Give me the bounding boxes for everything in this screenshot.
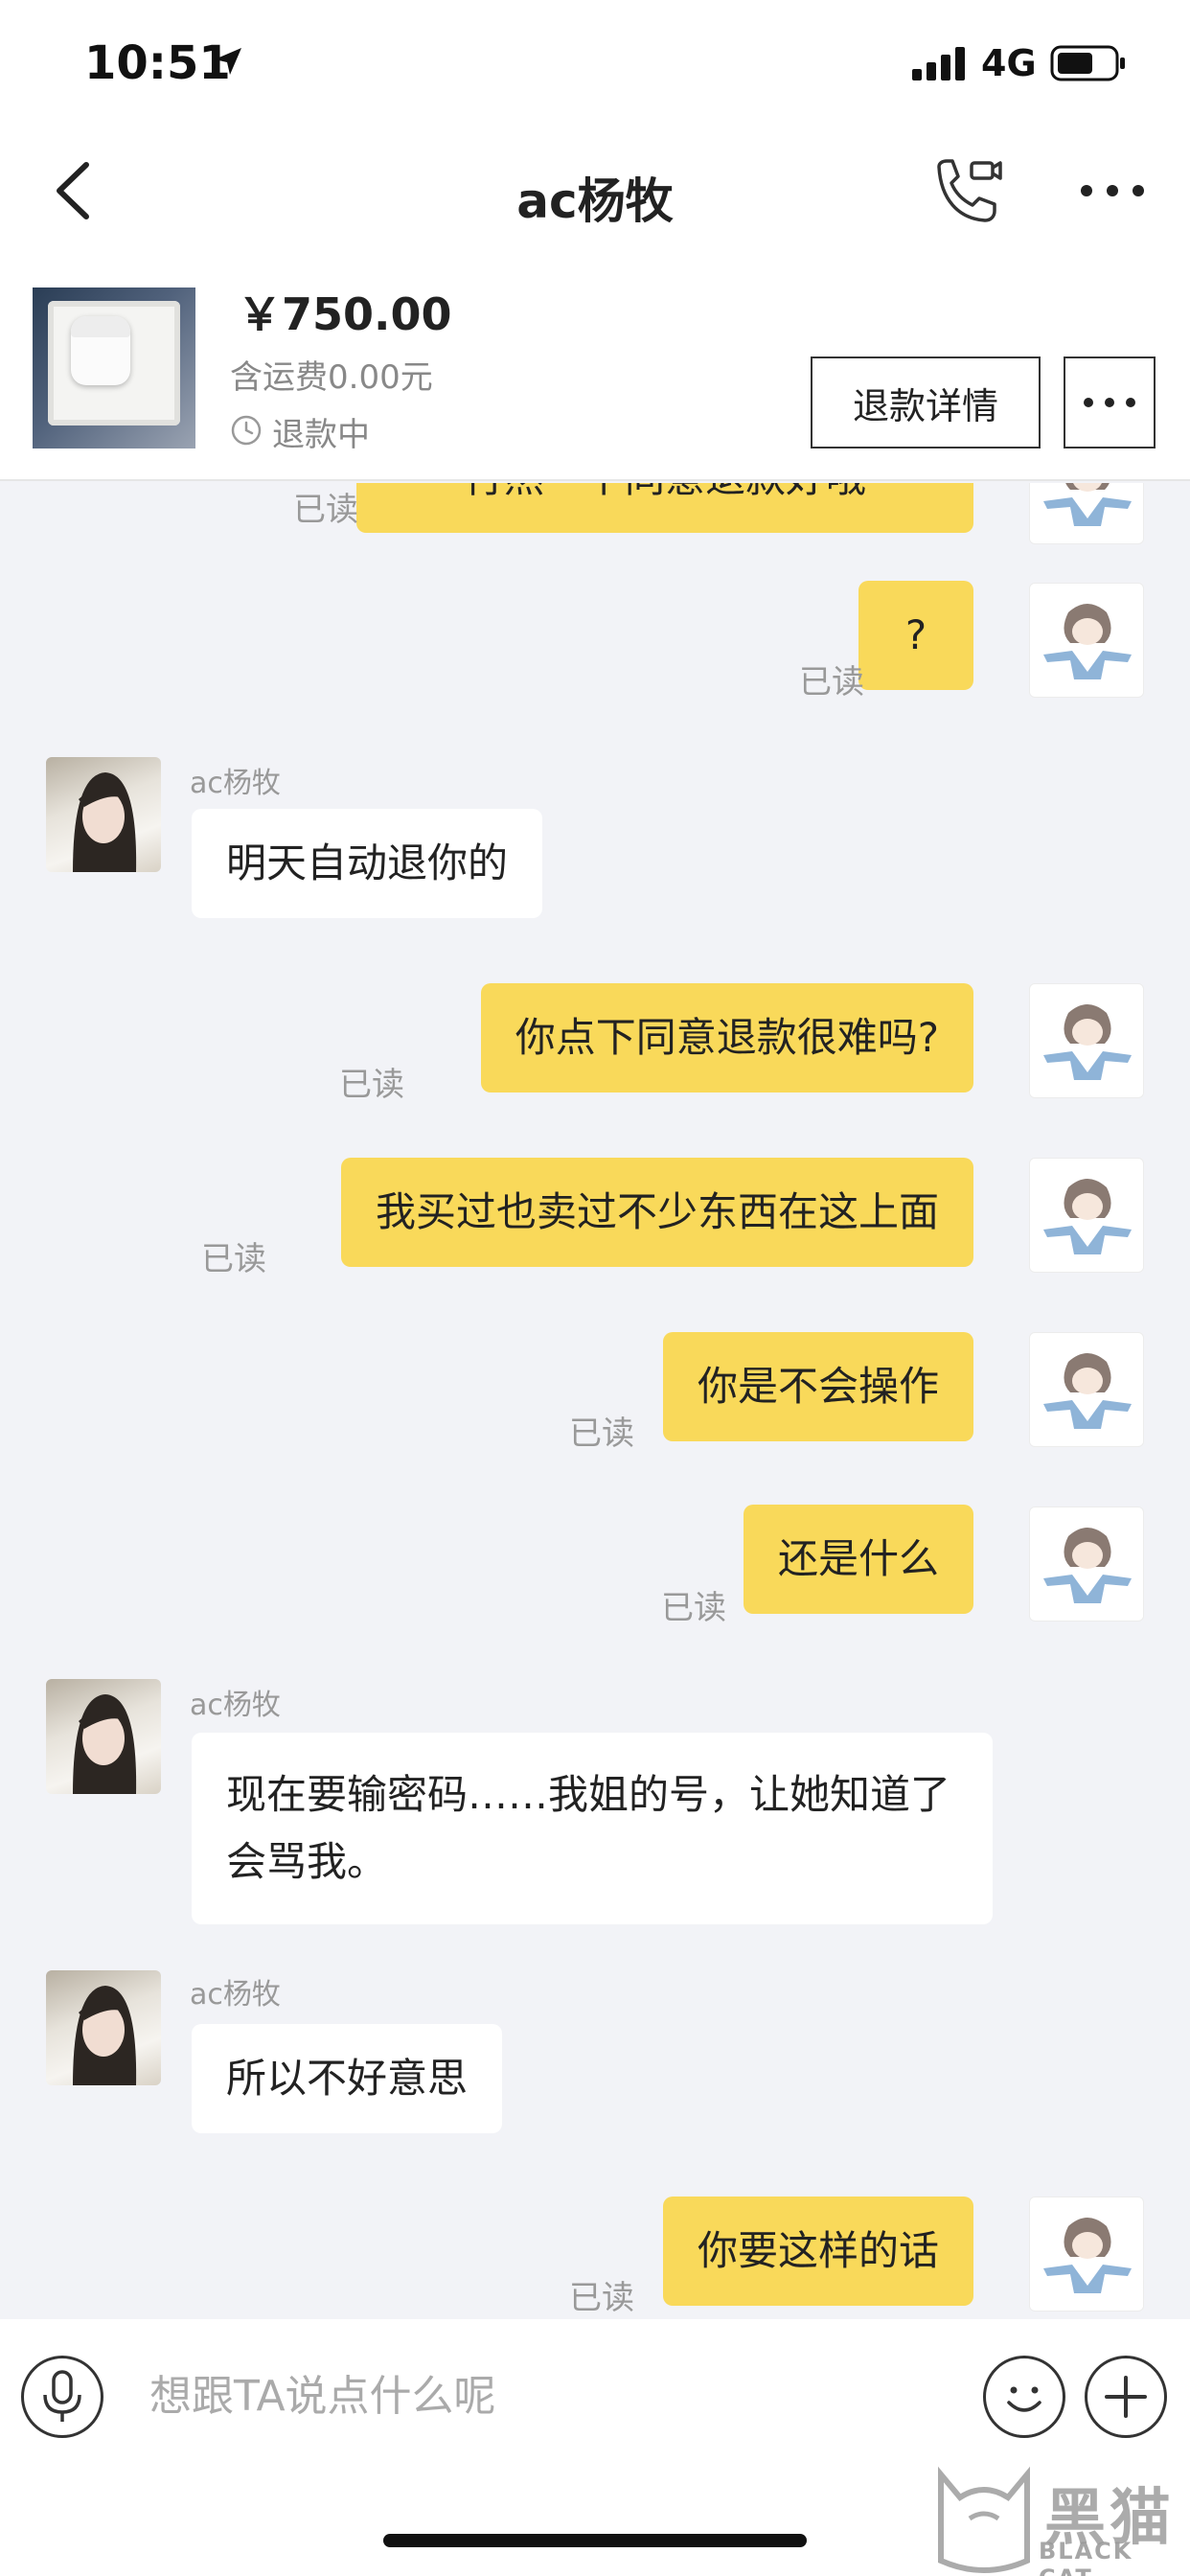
message-bubble-received[interactable]: 明天自动退你的 [192,809,543,918]
sender-name: ac杨牧 [190,1978,281,2012]
message-bubble-sent[interactable]: ? [858,581,973,690]
my-avatar[interactable] [1029,1158,1144,1273]
plus-icon [1105,2376,1147,2418]
anime-avatar-image [1043,483,1132,526]
order-more-button[interactable] [1064,356,1156,448]
message-bubble-sent[interactable]: 行然一下同意退款好哦 [356,483,973,533]
watermark-text-en: BLACK CAT [1039,2538,1133,2576]
network-type: 4G [981,42,1037,84]
refund-details-button[interactable]: 退款详情 [811,356,1041,448]
contact-avatar[interactable] [46,1970,161,2085]
location-arrow-icon [215,48,241,75]
more-options-icon [1084,398,1135,407]
clock-icon [231,415,262,446]
read-receipt: 已读 [569,2279,634,2317]
earbuds-case-lid [71,316,130,337]
voice-input-button[interactable] [21,2356,103,2438]
contact-photo-image [73,772,137,872]
order-info-bar: ￥750.00 含运费0.00元 退款中 退款详情 [0,259,1190,481]
blackcat-watermark: 黑猫 BLACK CAT [931,2465,1190,2576]
status-time: 10:51 [84,36,231,90]
home-indicator [383,2534,807,2547]
my-avatar[interactable] [1029,583,1144,698]
chat-message-list[interactable]: 行然一下同意退款好哦 已读 ? 已读 ac杨牧 明天自动退你的 你点下同意退款很… [0,483,1190,2319]
more-options-icon[interactable] [1079,176,1146,205]
cellular-signal-icon [912,47,965,80]
message-bubble-received[interactable]: 现在要输密码……我姐的号，让她知道了会骂我。 [192,1733,993,1924]
anime-avatar-image [1043,1004,1132,1080]
read-receipt: 已读 [293,491,358,529]
read-receipt: 已读 [569,1414,634,1453]
message-bubble-sent[interactable]: 我买过也卖过不少东西在这上面 [340,1158,973,1267]
anime-avatar-image [1043,2218,1132,2293]
message-bubble-sent[interactable]: 你要这样的话 [662,2196,973,2306]
message-input-bar: 黑猫 BLACK CAT [0,2319,1190,2576]
my-avatar[interactable] [1029,1506,1144,1622]
microphone-icon [43,2370,81,2422]
read-receipt: 已读 [339,1066,404,1104]
chat-title: ac杨牧 [516,173,674,229]
video-call-icon[interactable] [929,153,1006,230]
product-thumbnail[interactable] [33,288,195,448]
my-avatar[interactable] [1029,483,1144,544]
more-actions-button[interactable] [1085,2356,1167,2438]
anime-avatar-image [1043,1353,1132,1429]
shipping-fee: 含运费0.00元 [230,358,433,397]
order-price: ￥750.00 [238,288,452,340]
contact-photo-image [73,1986,137,2085]
sender-name: ac杨牧 [190,767,281,800]
read-receipt: 已读 [799,663,864,702]
read-receipt: 已读 [661,1589,726,1627]
smiley-icon [1007,2386,1041,2412]
status-bar: 10:51 4G [0,0,1190,125]
read-receipt: 已读 [201,1240,266,1278]
contact-avatar[interactable] [46,757,161,872]
message-input[interactable] [125,2348,949,2444]
cat-logo-icon [938,2466,1030,2573]
anime-avatar-image [1043,604,1132,679]
refund-status: 退款中 [272,416,370,454]
contact-avatar[interactable] [46,1679,161,1794]
message-bubble-sent[interactable]: 你点下同意退款很难吗? [480,983,973,1092]
message-bubble-sent[interactable]: 你是不会操作 [662,1332,973,1441]
anime-avatar-image [1043,1179,1132,1254]
message-bubble-sent[interactable]: 还是什么 [743,1505,973,1614]
my-avatar[interactable] [1029,1332,1144,1447]
anime-avatar-image [1043,1528,1132,1603]
emoji-button[interactable] [983,2356,1065,2438]
message-bubble-received[interactable]: 所以不好意思 [192,2024,503,2133]
nav-bar: ac杨牧 [0,125,1190,259]
my-avatar[interactable] [1029,983,1144,1098]
contact-photo-image [73,1694,137,1794]
battery-icon [1050,45,1125,81]
sender-name: ac杨牧 [190,1689,281,1722]
my-avatar[interactable] [1029,2196,1144,2312]
